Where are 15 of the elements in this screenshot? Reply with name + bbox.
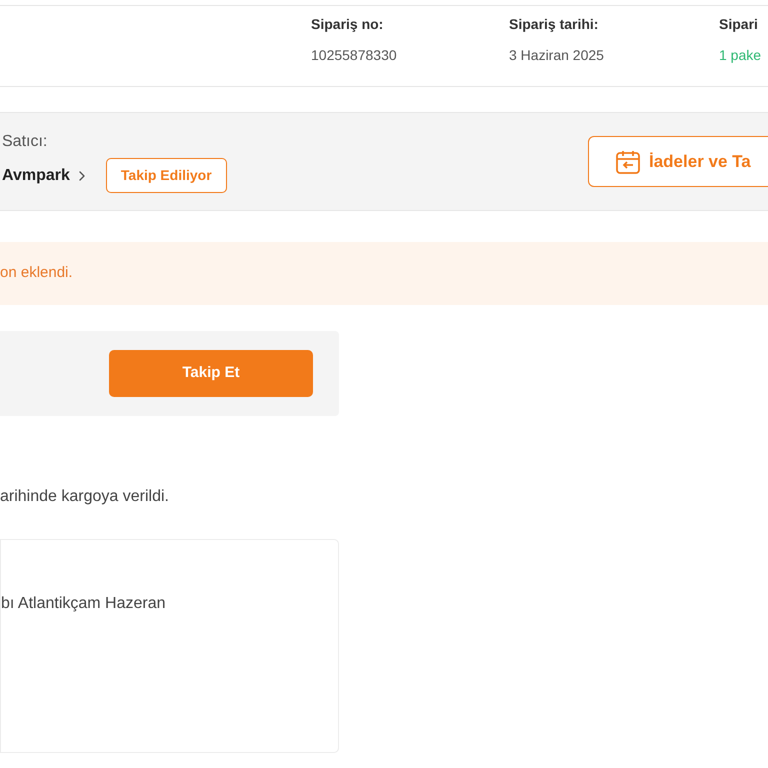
shipment-text: arihinde kargoya verildi. bbox=[0, 487, 170, 507]
summary-label: Sipariş tarihi: bbox=[509, 15, 600, 34]
following-button[interactable]: Takip Ediliyor bbox=[106, 158, 227, 193]
summary-label: Sipari bbox=[719, 15, 759, 34]
calendar-return-icon bbox=[615, 148, 641, 174]
summary-value: 10255878330 bbox=[311, 46, 398, 65]
track-button[interactable]: Takip Et bbox=[109, 350, 313, 397]
product-title: bı Atlantikçam Hazeran bbox=[1, 595, 166, 612]
seller-link[interactable]: Avmpark bbox=[2, 164, 90, 188]
summary-label: Sipariş no: bbox=[311, 15, 384, 34]
returns-button[interactable]: İadeler ve Ta bbox=[588, 136, 768, 187]
seller-label: Satıcı: bbox=[2, 132, 48, 152]
summary-value: 1 pake bbox=[719, 46, 762, 65]
banner-text: on eklendi. bbox=[0, 263, 73, 284]
summary-value: 3 Haziran 2025 bbox=[509, 46, 605, 65]
